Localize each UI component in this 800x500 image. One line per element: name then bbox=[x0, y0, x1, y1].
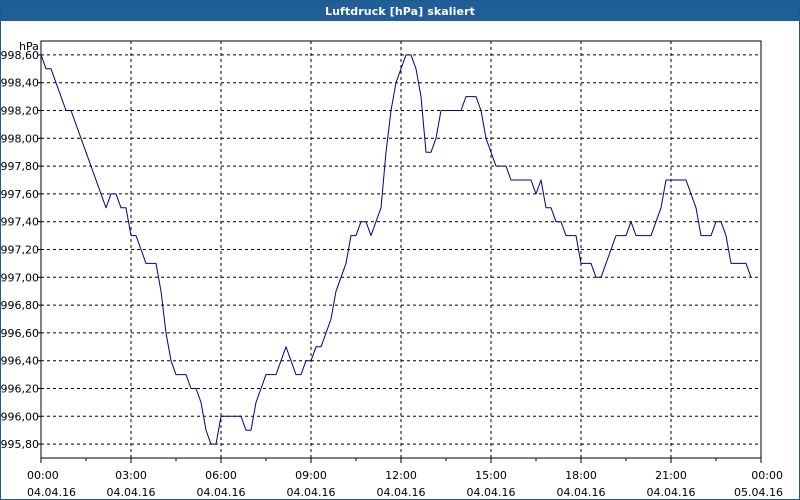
y-axis-label: hPa bbox=[19, 40, 39, 53]
y-tick-label: 996,60 bbox=[1, 327, 39, 340]
y-tick-label: 997,80 bbox=[1, 160, 39, 173]
x-tick-date: 04.04.16 bbox=[287, 486, 336, 499]
x-tick-time: 21:00 bbox=[655, 469, 687, 482]
y-tick-label: 996,40 bbox=[1, 355, 39, 368]
y-tick-label: 996,80 bbox=[1, 299, 39, 312]
y-tick-label: 997,60 bbox=[1, 188, 39, 201]
x-tick-time: 12:00 bbox=[385, 469, 417, 482]
x-tick-time: 00:00 bbox=[751, 469, 783, 482]
chart-window: Luftdruck [hPa] skaliert 995,80 996,00 996… bbox=[0, 0, 800, 500]
y-tick-label: 998,20 bbox=[1, 105, 39, 118]
axes bbox=[38, 40, 762, 463]
x-tick-date: 04.04.16 bbox=[197, 486, 246, 499]
y-tick-label: 996,00 bbox=[1, 410, 39, 423]
pressure-chart: 995,80 996,00 996,20 996,40 996,60 996,80 997,… bbox=[1, 40, 783, 499]
x-tick-date: 04.04.16 bbox=[647, 486, 696, 499]
x-tick-time: 09:00 bbox=[295, 469, 327, 482]
x-tick-date: 04.04.16 bbox=[377, 486, 426, 499]
y-tick-label: 997,20 bbox=[1, 244, 39, 257]
y-tick-label: 997,00 bbox=[1, 271, 39, 284]
y-tick-label: 998,40 bbox=[1, 77, 39, 90]
tick-labels: 995,80 996,00 996,20 996,40 996,60 996,80 997,… bbox=[1, 40, 783, 499]
y-tick-label: 995,80 bbox=[1, 438, 39, 451]
x-tick-time: 06:00 bbox=[205, 469, 237, 482]
y-tick-label: 997,40 bbox=[1, 216, 39, 229]
x-tick-time: 03:00 bbox=[115, 469, 147, 482]
x-tick-date: 04.04.16 bbox=[467, 486, 516, 499]
x-tick-date: 04.04.16 bbox=[557, 486, 606, 499]
grid bbox=[41, 41, 761, 458]
x-tick-time: 18:00 bbox=[565, 469, 597, 482]
y-tick-label: 996,20 bbox=[1, 383, 39, 396]
x-tick-date: 04.04.16 bbox=[107, 486, 156, 499]
x-tick-time: 00:00 bbox=[27, 469, 59, 482]
window-title: Luftdruck [hPa] skaliert bbox=[1, 1, 799, 21]
x-tick-date: 04.04.16 bbox=[27, 486, 76, 499]
x-tick-time: 15:00 bbox=[475, 469, 507, 482]
y-tick-label: 998,00 bbox=[1, 132, 39, 145]
x-tick-date: 05.04.16 bbox=[734, 486, 783, 499]
